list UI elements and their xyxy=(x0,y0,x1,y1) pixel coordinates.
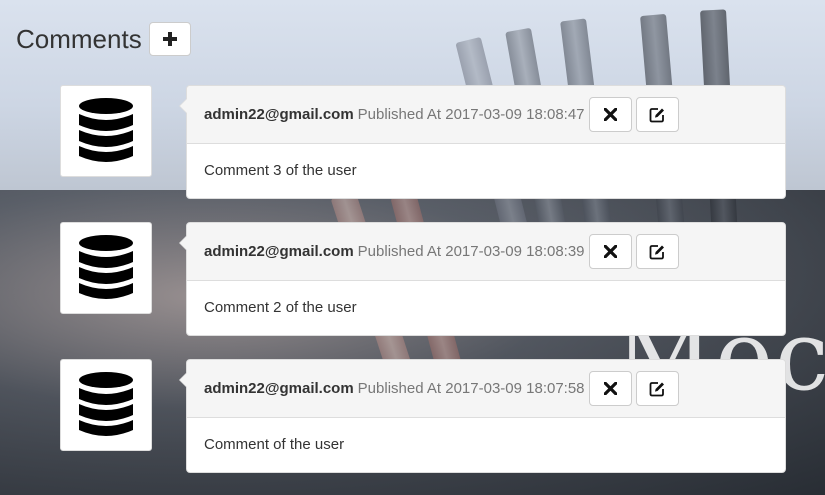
database-icon xyxy=(79,235,133,299)
avatar xyxy=(60,85,152,177)
comment-body: Comment 3 of the user xyxy=(204,162,357,179)
comment-header: admin22@gmail.com Published At 2017-03-0… xyxy=(187,360,785,418)
comment-body: Comment of the user xyxy=(204,436,345,453)
database-icon xyxy=(79,372,133,436)
avatar xyxy=(60,359,152,451)
panel-arrow xyxy=(179,98,187,114)
comment-timestamp: Published At 2017-03-09 18:08:47 xyxy=(357,106,585,123)
comment-body: Comment 2 of the user xyxy=(204,299,357,316)
comment-panel: admin22@gmail.com Published At 2017-03-0… xyxy=(179,222,786,336)
comment-header: admin22@gmail.com Published At 2017-03-0… xyxy=(187,223,785,281)
database-icon xyxy=(79,98,133,162)
comment-author: admin22@gmail.com xyxy=(204,243,354,260)
times-icon xyxy=(603,245,617,258)
comment-panel: admin22@gmail.com Published At 2017-03-0… xyxy=(179,85,786,199)
comment-panel: admin22@gmail.com Published At 2017-03-0… xyxy=(179,359,786,473)
edit-comment-button[interactable] xyxy=(635,371,679,406)
edit-comment-button[interactable] xyxy=(635,97,679,132)
edit-icon xyxy=(649,244,665,259)
avatar xyxy=(60,222,152,314)
comment-author: admin22@gmail.com xyxy=(204,380,354,397)
delete-comment-button[interactable] xyxy=(588,371,632,406)
delete-comment-button[interactable] xyxy=(588,97,632,132)
edit-icon xyxy=(649,107,665,122)
delete-comment-button[interactable] xyxy=(588,234,632,269)
times-icon xyxy=(603,108,617,121)
edit-comment-button[interactable] xyxy=(635,234,679,269)
times-icon xyxy=(603,382,617,395)
add-comment-button[interactable] xyxy=(148,22,191,56)
comments-header: Comments xyxy=(16,22,191,56)
comment-item: admin22@gmail.com Published At 2017-03-0… xyxy=(60,85,786,200)
comment-item: admin22@gmail.com Published At 2017-03-0… xyxy=(60,359,786,474)
comment-item: admin22@gmail.com Published At 2017-03-0… xyxy=(60,222,786,337)
panel-arrow xyxy=(179,372,187,388)
plus-icon xyxy=(162,32,177,46)
comment-timestamp: Published At 2017-03-09 18:08:39 xyxy=(357,243,585,260)
comment-timestamp: Published At 2017-03-09 18:07:58 xyxy=(357,380,585,397)
comment-author: admin22@gmail.com xyxy=(204,106,354,123)
page-title: Comments xyxy=(16,23,142,54)
panel-arrow xyxy=(179,235,187,251)
edit-icon xyxy=(649,381,665,396)
comment-header: admin22@gmail.com Published At 2017-03-0… xyxy=(187,86,785,144)
